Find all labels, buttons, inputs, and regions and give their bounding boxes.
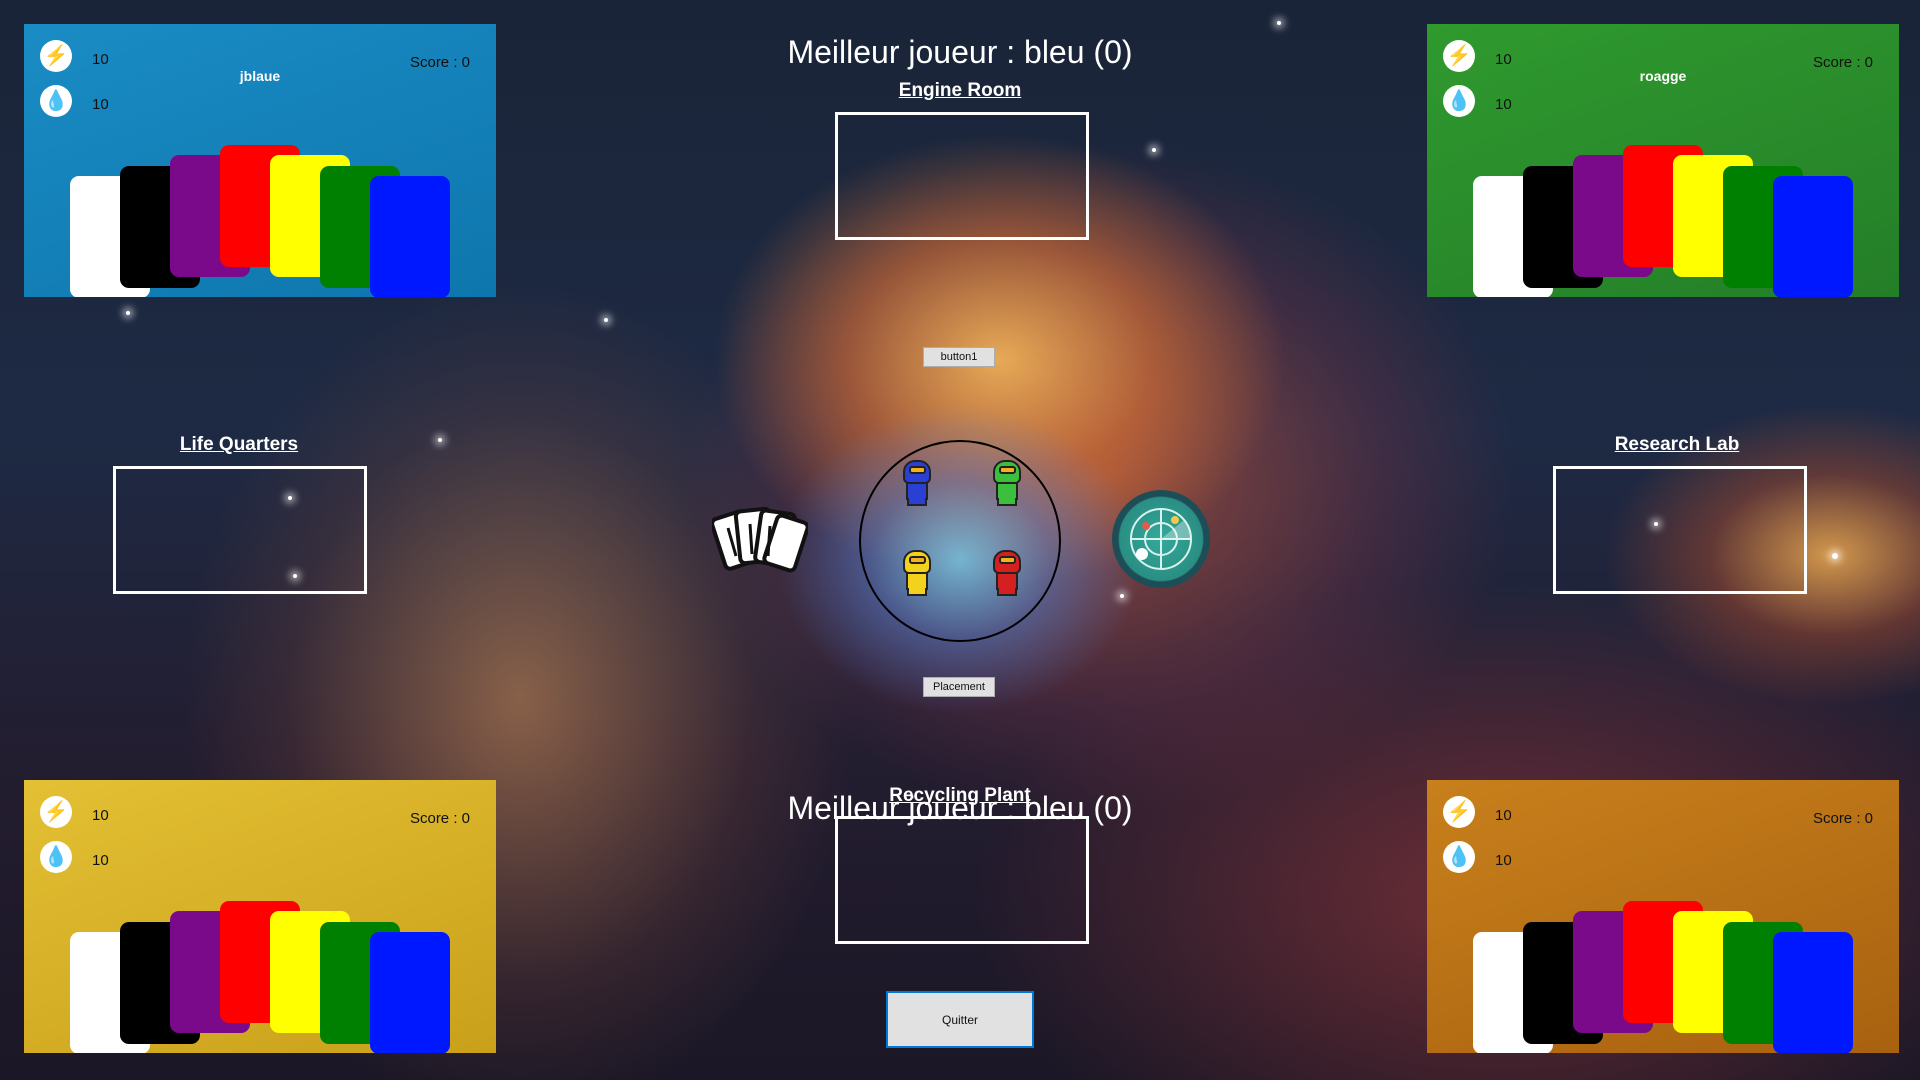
- water-value: 10: [92, 96, 109, 113]
- player-score: Score : 0: [1812, 54, 1873, 71]
- player-score: Score : 0: [409, 810, 470, 827]
- star: [1832, 553, 1838, 559]
- astronaut-blue-icon[interactable]: [900, 460, 934, 506]
- room-title-engine-room: Engine Room: [898, 80, 1022, 101]
- player-score: Score : 0: [1812, 810, 1873, 827]
- lightning-icon: ⚡: [1443, 796, 1475, 828]
- spawn-circle: [859, 440, 1061, 642]
- star: [1152, 148, 1156, 152]
- room-slot-engine-room[interactable]: [835, 112, 1089, 240]
- cards-icon[interactable]: [712, 498, 808, 582]
- player-panel-orange: ⚡ 10 💧 10 Score : 0: [1427, 780, 1899, 1053]
- player-panel-green: ⚡ 10 💧 10 roagge Score : 0: [1427, 24, 1899, 297]
- player-panel-blue: ⚡ 10 💧 10 jblaue Score : 0: [24, 24, 496, 297]
- star: [438, 438, 442, 442]
- quit-button[interactable]: Quitter: [886, 991, 1034, 1048]
- radar-icon[interactable]: [1112, 490, 1210, 588]
- water-drop-icon: 💧: [1443, 85, 1475, 117]
- astronaut-green-icon[interactable]: [990, 460, 1024, 506]
- star: [604, 318, 608, 322]
- water-drop-icon: 💧: [40, 841, 72, 873]
- energy-value: 10: [92, 807, 109, 824]
- energy-value: 10: [1495, 51, 1512, 68]
- room-slot-research-lab[interactable]: [1553, 466, 1807, 594]
- button1[interactable]: button1: [923, 347, 995, 367]
- player-panel-yellow: ⚡ 10 💧 10 Score : 0: [24, 780, 496, 1053]
- astronaut-red-icon[interactable]: [990, 550, 1024, 596]
- placement-button[interactable]: Placement: [923, 677, 995, 697]
- water-drop-icon: 💧: [1443, 841, 1475, 873]
- star: [1120, 594, 1124, 598]
- energy-value: 10: [92, 51, 109, 68]
- card-blue[interactable]: [370, 932, 450, 1053]
- water-value: 10: [1495, 96, 1512, 113]
- water-drop-icon: 💧: [40, 85, 72, 117]
- lightning-icon: ⚡: [40, 796, 72, 828]
- star: [126, 311, 130, 315]
- room-slot-recycling-plant[interactable]: [835, 816, 1089, 944]
- player-score: Score : 0: [409, 54, 470, 71]
- energy-value: 10: [1495, 807, 1512, 824]
- room-title-recycling-plant: Recycling Plant: [889, 785, 1031, 806]
- star: [1277, 21, 1281, 25]
- room-title-research-lab: Research Lab: [1614, 434, 1740, 455]
- card-blue[interactable]: [1773, 932, 1853, 1053]
- card-blue[interactable]: [1773, 176, 1853, 297]
- water-value: 10: [1495, 852, 1512, 869]
- room-title-life-quarters: Life Quarters: [179, 434, 299, 455]
- room-slot-life-quarters[interactable]: [113, 466, 367, 594]
- astronaut-yellow-icon[interactable]: [900, 550, 934, 596]
- water-value: 10: [92, 852, 109, 869]
- card-blue[interactable]: [370, 176, 450, 297]
- best-player-label: Meilleur joueur : bleu (0): [787, 34, 1133, 70]
